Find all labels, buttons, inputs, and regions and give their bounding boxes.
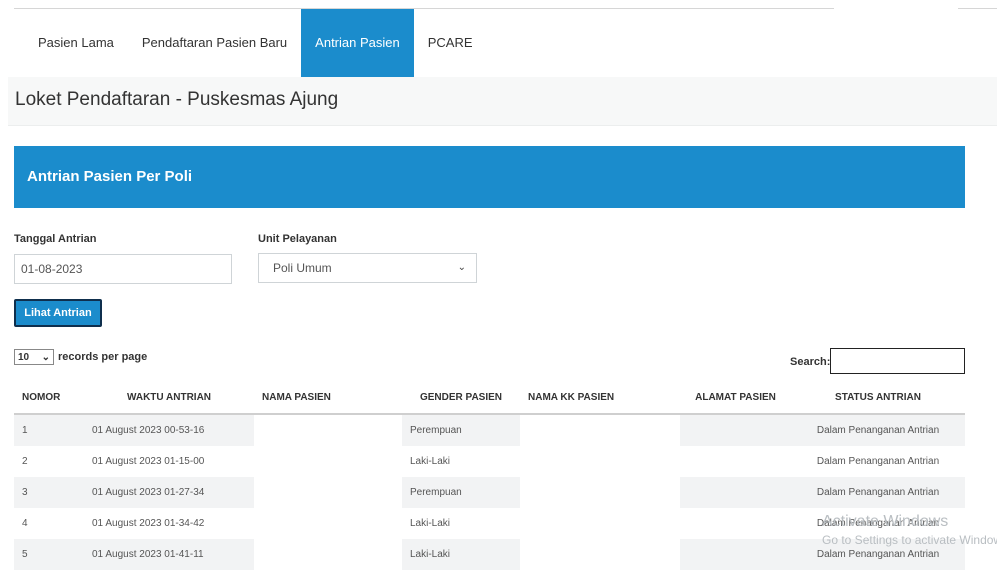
cell-alamat bbox=[680, 539, 791, 570]
cell-alamat bbox=[680, 508, 791, 539]
cell-gender: Perempuan bbox=[402, 414, 520, 446]
header-waktu-antrian[interactable]: WAKTU ANTRIAN bbox=[84, 381, 254, 415]
cell-kk bbox=[520, 477, 680, 508]
search-label: Search: bbox=[790, 356, 831, 368]
header-alamat-pasien[interactable]: ALAMAT PASIEN bbox=[680, 381, 791, 415]
page-length-control: 10 ⌄ records per page bbox=[14, 349, 147, 365]
unit-label: Unit Pelayanan bbox=[258, 233, 337, 245]
page-header: Loket Pendaftaran - Puskesmas Ajung bbox=[8, 77, 997, 126]
cell-kk bbox=[520, 539, 680, 570]
cell-waktu: 01 August 2023 01-34-42 bbox=[84, 508, 254, 539]
date-label: Tanggal Antrian bbox=[14, 233, 97, 245]
cell-nomor: 1 bbox=[14, 414, 84, 446]
chevron-down-icon: ⌄ bbox=[41, 351, 50, 363]
chevron-down-icon: ⌄ bbox=[457, 262, 466, 273]
queue-table: NOMOR WAKTU ANTRIAN NAMA PASIEN GENDER P… bbox=[14, 381, 965, 570]
cell-gender: Perempuan bbox=[402, 477, 520, 508]
page-length-select[interactable]: 10 ⌄ bbox=[14, 349, 54, 365]
table-row: 5 01 August 2023 01-41-11 Laki-Laki Dala… bbox=[14, 539, 965, 570]
cell-nomor: 3 bbox=[14, 477, 84, 508]
cell-alamat bbox=[680, 446, 791, 477]
header-gender-pasien[interactable]: GENDER PASIEN bbox=[402, 381, 520, 415]
nav-pcare[interactable]: PCARE bbox=[414, 9, 487, 77]
cell-alamat bbox=[680, 414, 791, 446]
nav-antrian-pasien[interactable]: Antrian Pasien bbox=[301, 9, 414, 77]
cell-gender: Laki-Laki bbox=[402, 446, 520, 477]
header-status-antrian[interactable]: STATUS ANTRIAN bbox=[791, 381, 965, 415]
cell-nama bbox=[254, 477, 402, 508]
cell-status: Dalam Penanganan Antrian bbox=[791, 539, 965, 570]
table-header-row: NOMOR WAKTU ANTRIAN NAMA PASIEN GENDER P… bbox=[14, 381, 965, 415]
table-row: 2 01 August 2023 01-15-00 Laki-Laki Dala… bbox=[14, 446, 965, 477]
nav-pasien-lama[interactable]: Pasien Lama bbox=[24, 9, 128, 77]
unit-select[interactable]: Poli Umum ⌄ bbox=[258, 253, 477, 283]
nav-pendaftaran-pasien-baru[interactable]: Pendaftaran Pasien Baru bbox=[128, 9, 301, 77]
cell-nomor: 5 bbox=[14, 539, 84, 570]
cell-waktu: 01 August 2023 01-15-00 bbox=[84, 446, 254, 477]
top-divider-right bbox=[958, 8, 997, 9]
cell-nama bbox=[254, 508, 402, 539]
cell-nama bbox=[254, 539, 402, 570]
page-title: Loket Pendaftaran - Puskesmas Ajung bbox=[15, 89, 339, 110]
header-nomor[interactable]: NOMOR bbox=[14, 381, 84, 415]
cell-kk bbox=[520, 414, 680, 446]
table-row: 3 01 August 2023 01-27-34 Perempuan Dala… bbox=[14, 477, 965, 508]
cell-kk bbox=[520, 508, 680, 539]
date-input[interactable]: 01-08-2023 bbox=[14, 254, 232, 284]
lihat-antrian-button[interactable]: Lihat Antrian bbox=[14, 299, 102, 327]
cell-nomor: 4 bbox=[14, 508, 84, 539]
top-nav: Pasien Lama Pendaftaran Pasien Baru Antr… bbox=[24, 9, 487, 77]
cell-nama bbox=[254, 414, 402, 446]
table-row: 4 01 August 2023 01-34-42 Laki-Laki Dala… bbox=[14, 508, 965, 539]
cell-kk bbox=[520, 446, 680, 477]
cell-nama bbox=[254, 446, 402, 477]
cell-status: Dalam Penanganan Antrian bbox=[791, 446, 965, 477]
search-input[interactable] bbox=[830, 348, 965, 374]
header-nama-kk-pasien[interactable]: NAMA KK PASIEN bbox=[520, 381, 680, 415]
cell-waktu: 01 August 2023 01-27-34 bbox=[84, 477, 254, 508]
page-length-value: 10 bbox=[18, 351, 30, 363]
header-nama-pasien[interactable]: NAMA PASIEN bbox=[254, 381, 402, 415]
cell-status: Dalam Penanganan Antrian bbox=[791, 508, 965, 539]
cell-gender: Laki-Laki bbox=[402, 508, 520, 539]
panel-header: Antrian Pasien Per Poli bbox=[14, 146, 965, 208]
cell-gender: Laki-Laki bbox=[402, 539, 520, 570]
cell-nomor: 2 bbox=[14, 446, 84, 477]
records-per-page-label: records per page bbox=[58, 351, 148, 363]
unit-select-value: Poli Umum bbox=[273, 261, 332, 275]
table-row: 1 01 August 2023 00-53-16 Perempuan Dala… bbox=[14, 414, 965, 446]
cell-waktu: 01 August 2023 00-53-16 bbox=[84, 414, 254, 446]
cell-alamat bbox=[680, 477, 791, 508]
cell-status: Dalam Penanganan Antrian bbox=[791, 414, 965, 446]
cell-waktu: 01 August 2023 01-41-11 bbox=[84, 539, 254, 570]
panel-title: Antrian Pasien Per Poli bbox=[27, 168, 193, 185]
cell-status: Dalam Penanganan Antrian bbox=[791, 477, 965, 508]
